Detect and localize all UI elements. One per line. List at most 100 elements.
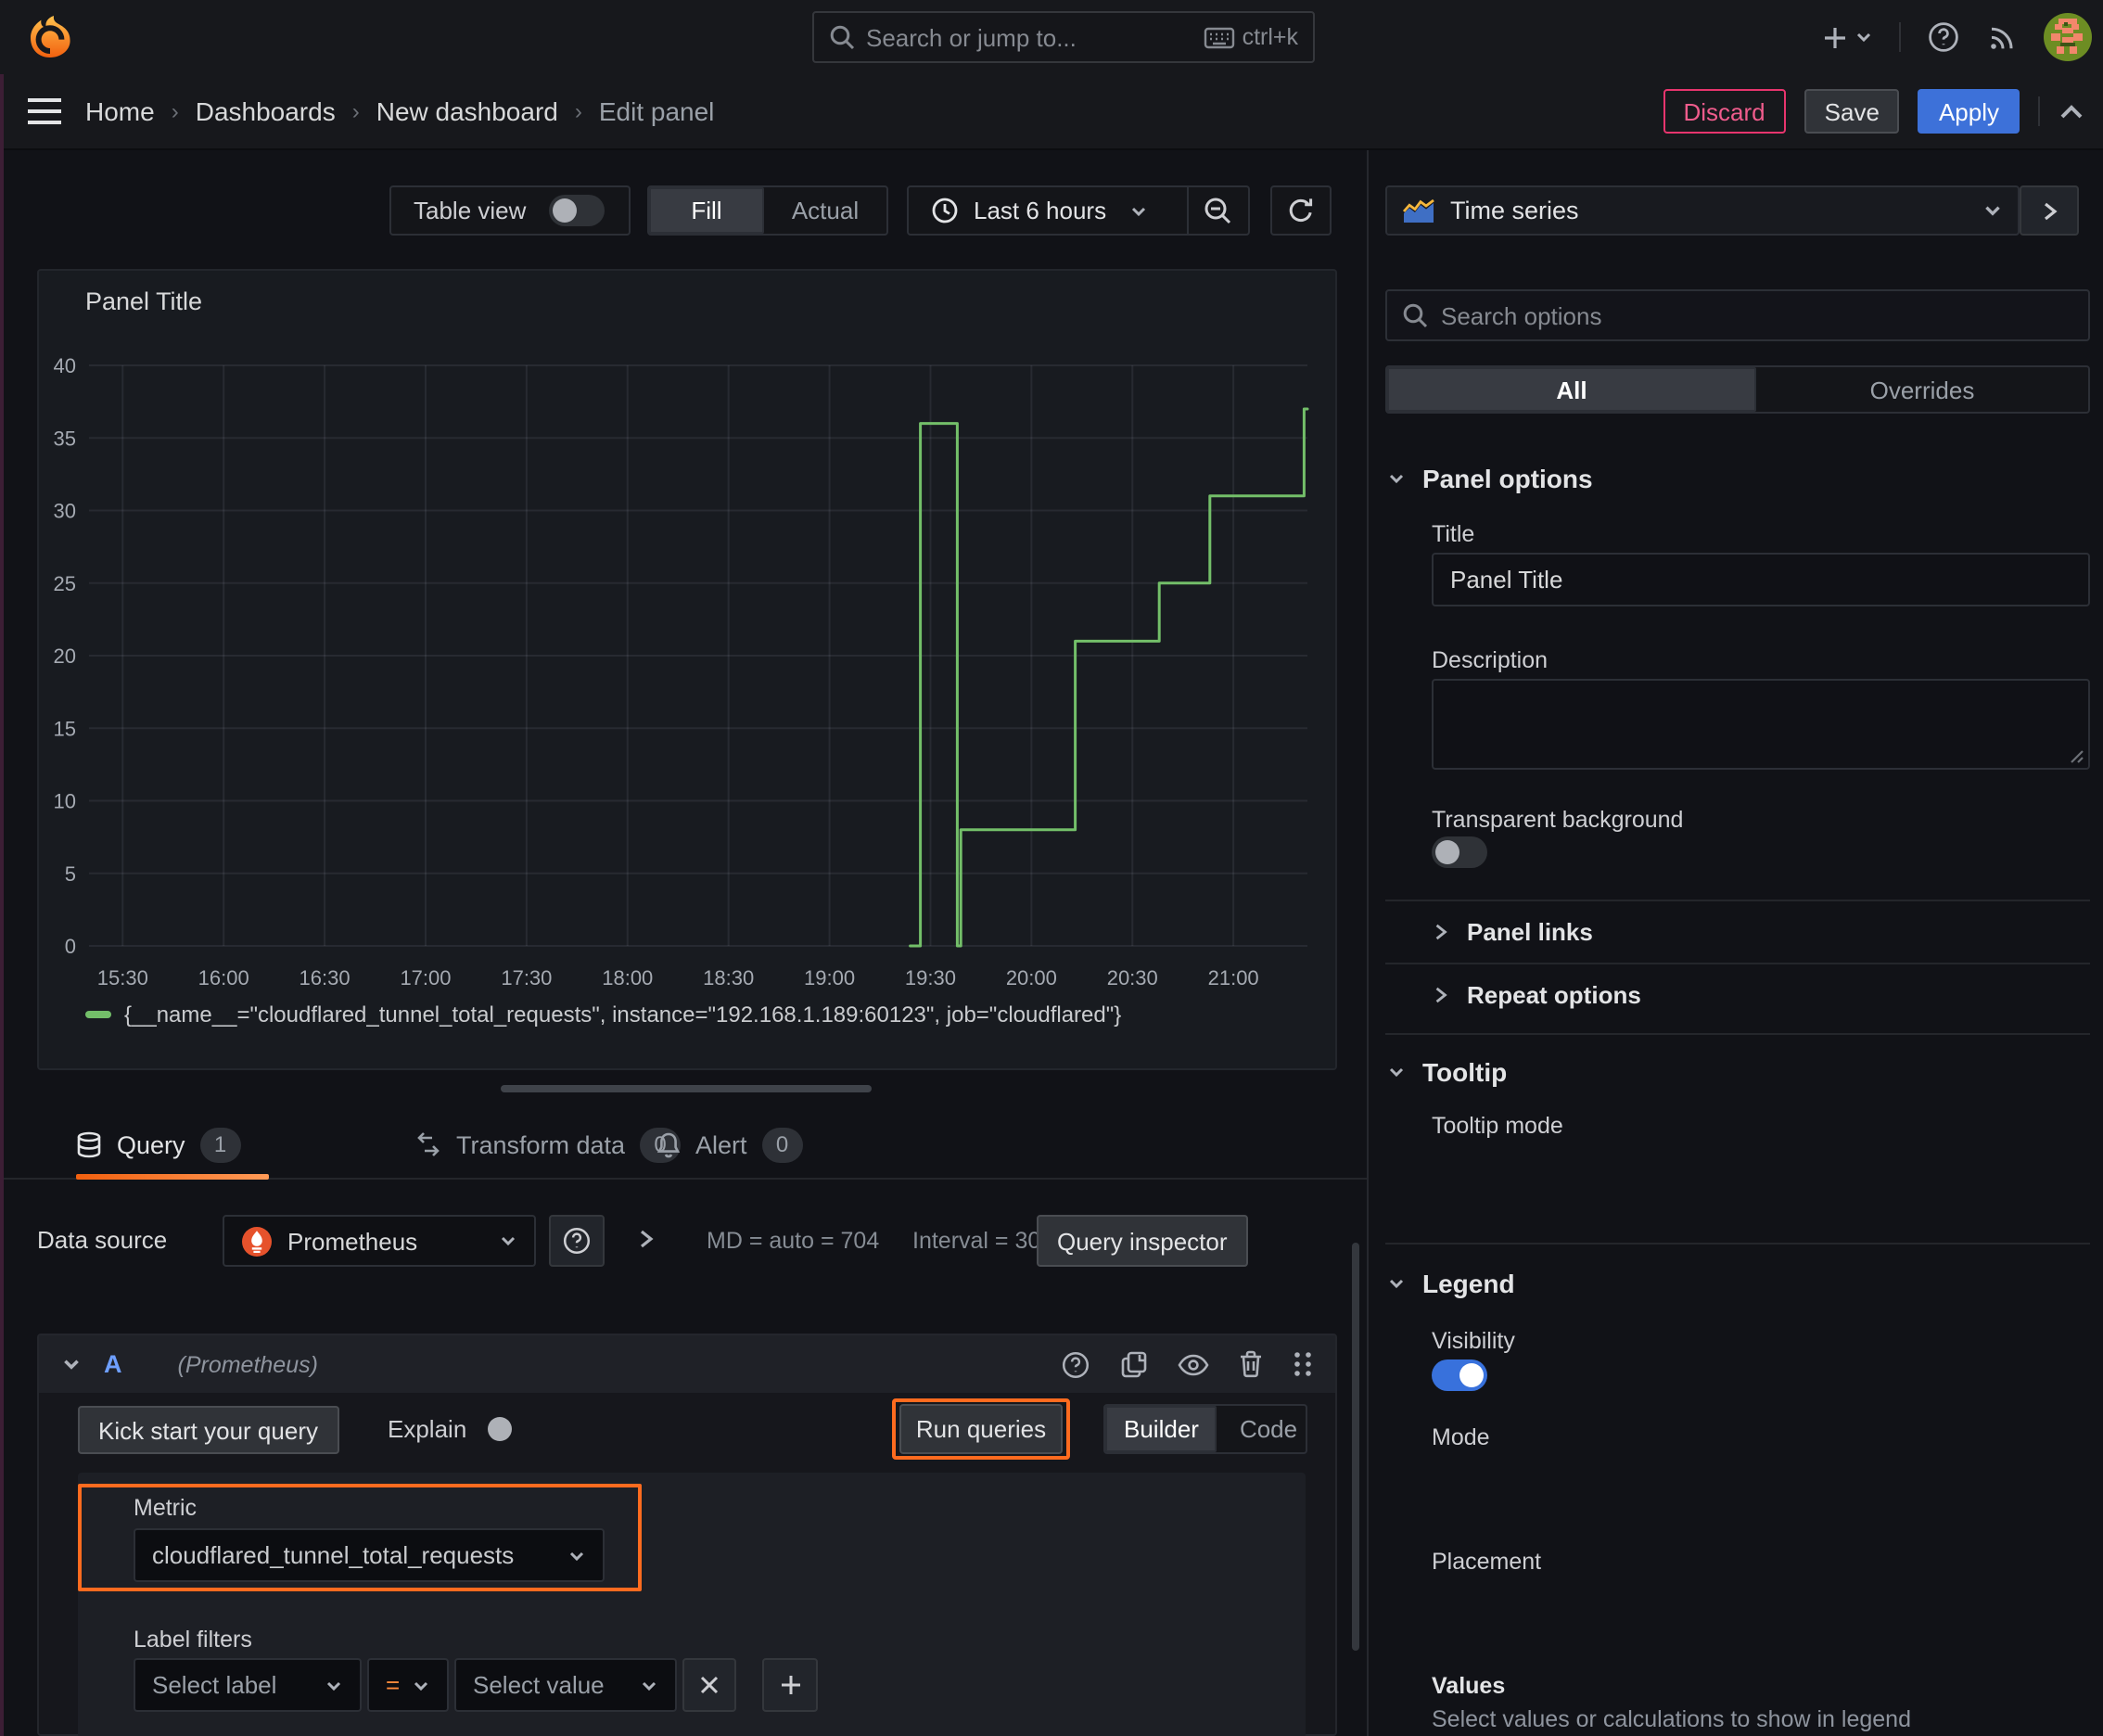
save-button[interactable]: Save <box>1803 89 1900 134</box>
svg-text:20:00: 20:00 <box>1006 966 1057 989</box>
legend-series-swatch <box>85 1011 111 1018</box>
label-filters-label: Label filters <box>134 1627 252 1653</box>
svg-text:5: 5 <box>65 862 76 886</box>
repeat-options-section[interactable]: Repeat options <box>1434 981 1641 1009</box>
tab-transform[interactable]: Transform data 0 <box>415 1120 682 1168</box>
select-value-dropdown[interactable]: Select value <box>454 1658 677 1712</box>
query-inspector-button[interactable]: Query inspector <box>1037 1215 1248 1267</box>
svg-text:17:30: 17:30 <box>501 966 552 989</box>
panel-resize-handle[interactable] <box>501 1085 872 1092</box>
active-tab-underline <box>76 1174 269 1180</box>
breadcrumb-dashboards[interactable]: Dashboards <box>196 96 336 126</box>
transparent-bg-toggle[interactable] <box>1432 836 1487 868</box>
svg-text:19:30: 19:30 <box>905 966 956 989</box>
section-divider <box>1385 1033 2090 1035</box>
time-range-label: Last 6 hours <box>974 197 1107 224</box>
alert-bell-icon <box>656 1130 681 1158</box>
transform-icon <box>415 1131 441 1157</box>
window-edge-stripe <box>0 74 4 1736</box>
chevron-right-icon: › <box>171 98 179 124</box>
tab-overrides[interactable]: Overrides <box>1756 367 2088 412</box>
remove-filter-button[interactable] <box>682 1658 736 1712</box>
table-view-toggle[interactable] <box>548 195 605 226</box>
options-filter-tabs: All Overrides <box>1385 365 2090 414</box>
zoom-out-button[interactable] <box>1189 187 1248 234</box>
panel-title-input[interactable]: Panel Title <box>1432 553 2090 606</box>
breadcrumb-edit-panel: Edit panel <box>598 96 715 126</box>
news-icon[interactable] <box>1986 21 2018 53</box>
tab-all[interactable]: All <box>1387 367 1756 412</box>
chart-legend[interactable]: {__name__="cloudflared_tunnel_total_requ… <box>85 1002 1121 1028</box>
duplicate-query-icon[interactable] <box>1120 1350 1148 1378</box>
chevron-right-icon <box>1435 924 1447 940</box>
tab-transform-label: Transform data <box>456 1130 626 1158</box>
tooltip-section-header[interactable]: Tooltip <box>1387 1057 1507 1087</box>
query-builder-area: Metric cloudflared_tunnel_total_requests… <box>78 1473 1306 1736</box>
resize-grip-icon[interactable] <box>2070 749 2084 764</box>
search-options-input[interactable]: Search options <box>1385 289 2090 341</box>
chevron-down-icon <box>1389 474 1404 484</box>
discard-button[interactable]: Discard <box>1663 89 1786 134</box>
tab-alert[interactable]: Alert 0 <box>656 1120 803 1168</box>
timeseries-chart[interactable]: 0 5 10 15 20 25 30 35 40 15:30 16:00 16:30 17:00 17:3… <box>39 271 1339 1072</box>
table-view-control: Table view <box>389 185 631 236</box>
toggle-viz-picker-button[interactable] <box>2020 185 2079 236</box>
content-scrollbar[interactable] <box>1352 1243 1359 1651</box>
help-icon[interactable] <box>1927 20 1960 54</box>
add-new-button[interactable] <box>1821 23 1873 51</box>
fill-option[interactable]: Fill <box>649 187 764 234</box>
title-label: Title <box>1432 521 1475 547</box>
add-filter-button[interactable] <box>762 1658 818 1712</box>
visualization-name: Time series <box>1450 197 1579 224</box>
panel-links-section[interactable]: Panel links <box>1434 918 1593 946</box>
table-view-label: Table view <box>414 197 527 224</box>
query-ref-id: A <box>104 1350 122 1378</box>
user-avatar[interactable] <box>2044 13 2092 61</box>
grafana-logo-icon[interactable] <box>26 13 74 61</box>
svg-text:15: 15 <box>54 717 76 740</box>
select-label-dropdown[interactable]: Select label <box>134 1658 362 1712</box>
legend-series-label[interactable]: {__name__="cloudflared_tunnel_total_requ… <box>124 1002 1121 1028</box>
kick-start-query-button[interactable]: Kick start your query <box>78 1406 338 1454</box>
run-queries-button[interactable]: Run queries <box>899 1404 1063 1454</box>
apply-button[interactable]: Apply <box>1918 89 2020 134</box>
refresh-button[interactable] <box>1270 185 1332 236</box>
metric-select[interactable]: cloudflared_tunnel_total_requests <box>134 1528 605 1582</box>
breadcrumb-home[interactable]: Home <box>85 96 155 126</box>
query-help-icon[interactable] <box>1061 1349 1090 1379</box>
global-search-input[interactable]: Search or jump to... ctrl+k <box>812 11 1315 63</box>
drag-grip-icon[interactable] <box>1293 1350 1313 1378</box>
datasource-help-button[interactable] <box>549 1215 605 1267</box>
legend-mode-label: Mode <box>1432 1424 1490 1450</box>
section-divider <box>1385 1243 2090 1245</box>
hide-query-eye-icon[interactable] <box>1178 1353 1209 1375</box>
builder-option[interactable]: Builder <box>1105 1406 1217 1452</box>
description-textarea[interactable] <box>1432 679 2090 770</box>
expand-options-icon[interactable] <box>638 1228 655 1250</box>
code-option[interactable]: Code <box>1217 1406 1319 1452</box>
legend-visibility-toggle[interactable] <box>1432 1359 1487 1391</box>
time-range-picker[interactable]: Last 6 hours <box>909 187 1187 234</box>
builder-code-switch: Builder Code <box>1103 1404 1307 1454</box>
collapse-up-icon[interactable] <box>2058 103 2084 120</box>
query-row-header[interactable]: A (Prometheus) <box>39 1335 1335 1393</box>
query-editor-card: A (Prometheus) Kick start your query Exp… <box>37 1334 1337 1736</box>
values-description: Select values or calculations to show in… <box>1432 1706 1911 1732</box>
panel-options-section-header[interactable]: Panel options <box>1387 464 1593 493</box>
svg-text:16:00: 16:00 <box>198 966 249 989</box>
delete-query-trash-icon[interactable] <box>1239 1350 1263 1378</box>
legend-section-header[interactable]: Legend <box>1387 1269 1515 1298</box>
visualization-picker[interactable]: Time series <box>1385 185 2020 236</box>
chevron-down-icon[interactable] <box>61 1354 82 1374</box>
chevron-right-icon: › <box>574 98 582 124</box>
actual-option[interactable]: Actual <box>764 187 886 234</box>
tooltip-mode-label: Tooltip mode <box>1432 1113 1563 1139</box>
breadcrumb-new-dashboard[interactable]: New dashboard <box>376 96 558 126</box>
hamburger-menu-icon[interactable] <box>26 96 63 126</box>
operator-dropdown[interactable]: = <box>367 1658 449 1712</box>
datasource-picker[interactable]: Prometheus <box>223 1215 536 1267</box>
topbar-divider <box>1899 22 1901 52</box>
svg-text:10: 10 <box>54 790 76 813</box>
tab-query[interactable]: Query 1 <box>76 1120 241 1168</box>
visualization-panel[interactable]: Panel Title 0 5 10 15 20 25 30 35 40 15:30 16:00 16… <box>37 269 1337 1070</box>
